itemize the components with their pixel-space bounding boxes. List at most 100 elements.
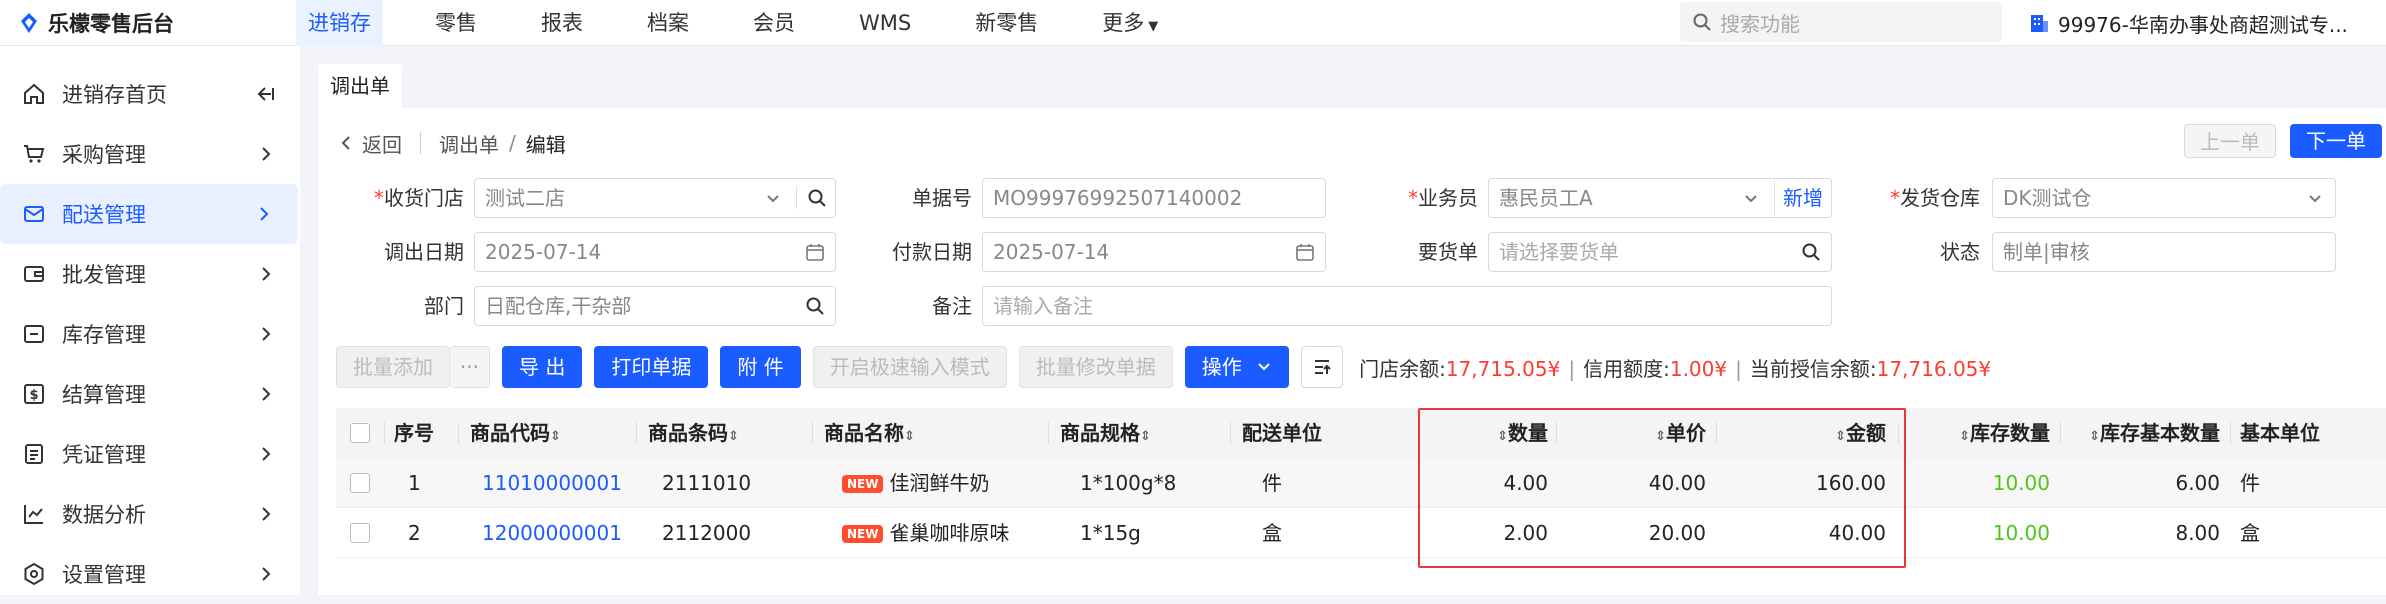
col-qty[interactable]: ⇕数量: [1428, 408, 1548, 458]
store-value: 测试二店: [485, 186, 565, 210]
col-barcode[interactable]: 商品条码⇕: [648, 408, 739, 458]
form-row-3: 部门 日配仓库,干杂部 备注 请输入备注: [318, 286, 2386, 326]
line-chart-icon: [22, 502, 46, 526]
app-logo[interactable]: 乐檬零售后台: [18, 8, 174, 38]
column-divider: [384, 422, 385, 444]
quick-input-button[interactable]: 开启极速输入模式: [812, 346, 1007, 388]
nav-item-wms[interactable]: WMS: [859, 0, 911, 46]
sidebar-item-distribution[interactable]: 配送管理: [0, 184, 298, 244]
dept-select[interactable]: 日配仓库,干杂部: [474, 286, 836, 326]
sort-icon: ⇕: [1655, 429, 1666, 444]
cell-price[interactable]: 40.00: [1566, 458, 1706, 508]
row-checkbox[interactable]: [350, 473, 370, 493]
chevron-right-icon: [256, 264, 276, 289]
cell-code-link[interactable]: 11010000001: [482, 458, 622, 508]
order-select[interactable]: 请选择要货单: [1488, 232, 1832, 272]
warehouse-select[interactable]: DK测试仓: [1992, 178, 2336, 218]
cell-unit: 件: [1262, 471, 1282, 495]
chevron-right-icon: [256, 144, 276, 169]
col-stock-base[interactable]: ⇕库存基本数量: [2070, 408, 2220, 458]
tab-bar: 调出单: [318, 64, 402, 108]
warehouse-label-text: 发货仓库: [1900, 186, 1980, 210]
next-doc-button[interactable]: 下一单: [2290, 124, 2382, 158]
nav-item-reports[interactable]: 报表: [541, 0, 583, 46]
paydate-label: 付款日期: [892, 240, 972, 264]
col-code[interactable]: 商品代码⇕: [470, 408, 561, 458]
sidebar-item-analytics[interactable]: 数据分析: [0, 484, 300, 544]
cell-qty[interactable]: 2.00: [1428, 508, 1548, 558]
nav-item-retail[interactable]: 零售: [435, 0, 477, 46]
search-icon[interactable]: [807, 188, 827, 208]
required-mark: *: [374, 186, 384, 210]
sidebar-item-settlement[interactable]: $ 结算管理: [0, 364, 300, 424]
sidebar-item-purchase[interactable]: 采购管理: [0, 124, 300, 184]
cell-qty[interactable]: 4.00: [1428, 458, 1548, 508]
top-bar: 乐檬零售后台 进销存 零售 报表 档案 会员 WMS 新零售 更多 ▼ 搜索功能 …: [0, 0, 2386, 46]
back-link[interactable]: 返回: [362, 129, 402, 158]
sidebar-item-voucher[interactable]: 凭证管理: [0, 424, 300, 484]
row-checkbox[interactable]: [350, 523, 370, 543]
outdate-picker[interactable]: 2025-07-14: [474, 232, 836, 272]
svg-text:$: $: [29, 388, 38, 403]
required-mark: *: [1408, 186, 1418, 210]
box-icon: [22, 322, 46, 346]
logo-icon: [21, 13, 37, 33]
batch-edit-button[interactable]: 批量修改单据: [1018, 346, 1173, 388]
attachment-button[interactable]: 附 件: [720, 346, 801, 388]
sidebar-item-wholesale[interactable]: 批发管理: [0, 244, 300, 304]
cell-unit: 盒: [1262, 521, 1282, 545]
table-row[interactable]: 1 11010000001 2111010 NEW 佳润鲜牛奶 1*100g*8 …: [336, 458, 2386, 508]
cell-code-link[interactable]: 12000000001: [482, 508, 622, 558]
nav-item-more[interactable]: 更多 ▼: [1102, 0, 1158, 46]
col-spec[interactable]: 商品规格⇕: [1060, 408, 1151, 458]
collapse-sidebar-icon[interactable]: [256, 84, 276, 109]
export-button[interactable]: 导 出: [502, 346, 583, 388]
column-divider: [1230, 422, 1231, 444]
store-label: *收货门店: [318, 178, 464, 218]
nav-item-archives[interactable]: 档案: [647, 0, 689, 46]
status-field: 制单|审核: [1992, 232, 2336, 272]
sidebar-item-home[interactable]: 进销存首页: [0, 64, 300, 124]
search-icon[interactable]: [805, 296, 825, 316]
warehouse-label: *发货仓库: [1878, 178, 1980, 218]
nav-item-inventory[interactable]: 进销存: [296, 0, 383, 46]
nav-item-members[interactable]: 会员: [753, 0, 795, 46]
chevron-left-icon[interactable]: [338, 134, 354, 152]
org-switcher[interactable]: 99976-华南办事处商超测试专...: [2028, 8, 2348, 38]
search-icon[interactable]: [1801, 242, 1821, 262]
column-divider: [1556, 422, 1557, 444]
tab-transfer-out[interactable]: 调出单: [318, 64, 402, 108]
col-amount[interactable]: ⇕金额: [1726, 408, 1886, 458]
paydate-picker[interactable]: 2025-07-14: [982, 232, 1326, 272]
mail-icon: [22, 202, 46, 226]
order-placeholder: 请选择要货单: [1499, 240, 1619, 264]
operations-dropdown[interactable]: 操作: [1184, 346, 1290, 388]
main-content: 返回 调出单 / 编辑 上一单 下一单 *收货门店 测试二店 单据号 MO999…: [318, 108, 2386, 595]
col-stock[interactable]: ⇕库存数量: [1910, 408, 2050, 458]
batch-add-button[interactable]: 批量添加: [336, 346, 450, 388]
docno-field: MO99976992507140002: [982, 178, 1326, 218]
col-price[interactable]: ⇕单价: [1566, 408, 1706, 458]
more-button[interactable]: ···: [450, 346, 490, 388]
select-all-checkbox[interactable]: [350, 423, 370, 443]
column-divider: [1048, 422, 1049, 444]
prev-doc-button[interactable]: 上一单: [2184, 124, 2276, 158]
sort-icon: ⇕: [728, 429, 739, 444]
nav-item-new-retail[interactable]: 新零售: [975, 0, 1038, 46]
column-divider: [1898, 422, 1899, 444]
breadcrumb-parent[interactable]: 调出单: [439, 129, 499, 158]
store-select[interactable]: 测试二店: [474, 178, 836, 218]
print-button[interactable]: 打印单据: [594, 346, 709, 388]
add-staff-button[interactable]: 新增: [1774, 179, 1831, 217]
sidebar-item-stock[interactable]: 库存管理: [0, 304, 300, 364]
staff-label: *业务员: [1388, 178, 1478, 218]
form-row-1: *收货门店 测试二店 单据号 MO99976992507140002 *业务员 …: [318, 178, 2386, 218]
sidebar-item-settings[interactable]: 设置管理: [0, 544, 300, 604]
column-settings-button[interactable]: [1301, 346, 1344, 388]
col-name[interactable]: 商品名称⇕: [824, 408, 915, 458]
search-box[interactable]: 搜索功能: [1680, 2, 2002, 42]
cell-price[interactable]: 20.00: [1566, 508, 1706, 558]
remark-input[interactable]: 请输入备注: [982, 286, 1832, 326]
table-row[interactable]: 2 12000000001 2112000 NEW 雀巢咖啡原味 1*15g 盒 …: [336, 508, 2386, 558]
staff-select[interactable]: 惠民员工A 新增: [1488, 178, 1832, 218]
